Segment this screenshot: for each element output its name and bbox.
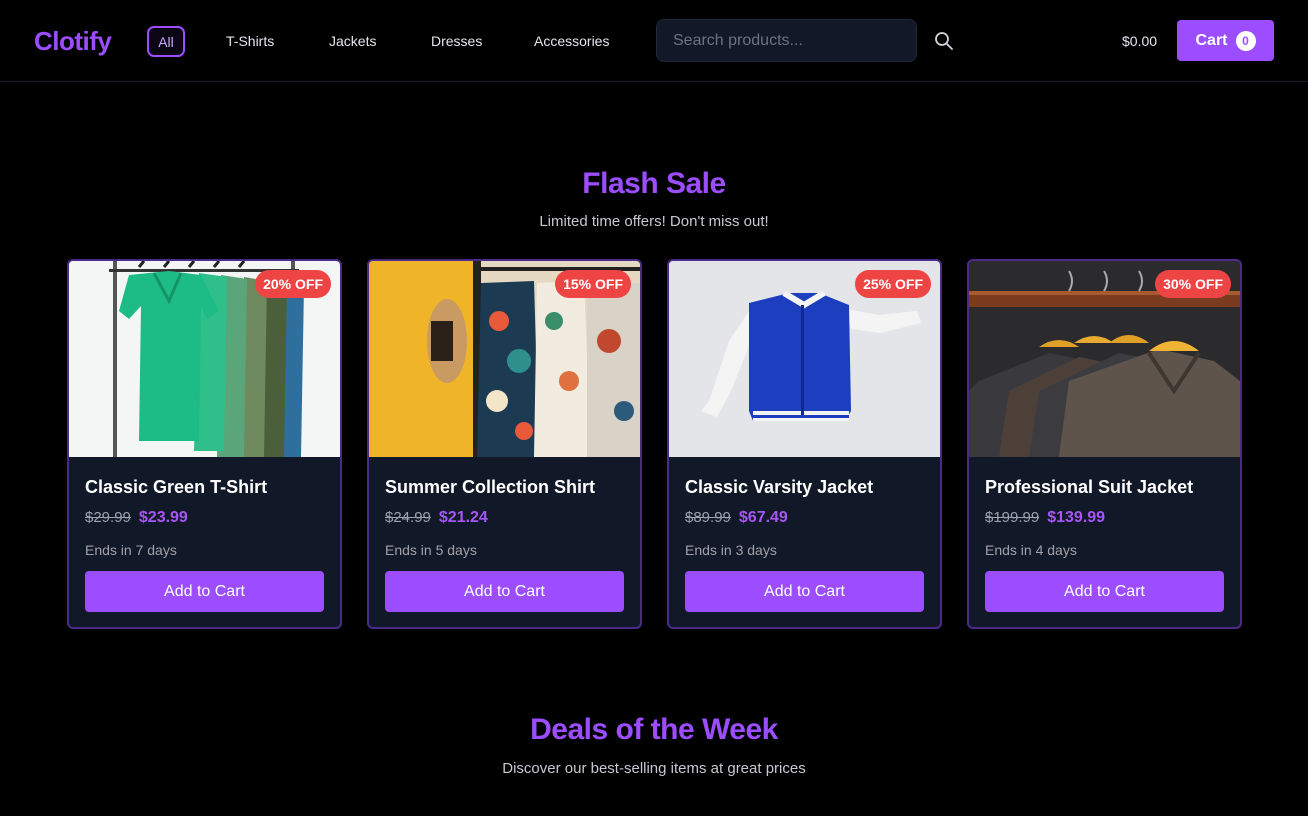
flash-sale-subtitle: Limited time offers! Don't miss out! — [539, 213, 769, 230]
flash-sale-title: Flash Sale — [582, 167, 726, 200]
product-image[interactable]: 30% OFF — [969, 261, 1240, 457]
nav-all-filter[interactable]: All — [147, 26, 185, 57]
product-image[interactable]: 20% OFF — [69, 261, 340, 457]
original-price: $199.99 — [985, 509, 1040, 526]
discount-badge: 15% OFF — [555, 270, 631, 298]
nav-link-jackets[interactable]: Jackets — [329, 33, 376, 49]
search-input[interactable] — [656, 19, 917, 62]
sale-end-text: Ends in 3 days — [685, 542, 777, 558]
add-to-cart-button[interactable]: Add to Cart — [385, 571, 624, 612]
cart-count-badge: 0 — [1235, 30, 1256, 51]
product-card[interactable]: 15% OFF Summer Collection Shirt $24.99 $… — [367, 259, 642, 629]
discount-badge: 25% OFF — [855, 270, 931, 298]
product-card[interactable]: 20% OFF Classic Green T-Shirt $29.99 $23… — [67, 259, 342, 629]
nav-link-accessories[interactable]: Accessories — [534, 33, 609, 49]
product-name[interactable]: Summer Collection Shirt — [385, 477, 595, 498]
product-name[interactable]: Classic Varsity Jacket — [685, 477, 873, 498]
cart-label: Cart — [1195, 31, 1228, 49]
original-price: $29.99 — [85, 509, 131, 526]
product-name[interactable]: Professional Suit Jacket — [985, 477, 1193, 498]
product-card[interactable]: 30% OFF Professional Suit Jacket $199.99… — [967, 259, 1242, 629]
sale-end-text: Ends in 4 days — [985, 542, 1077, 558]
cart-button[interactable]: Cart 0 — [1177, 20, 1274, 61]
add-to-cart-button[interactable]: Add to Cart — [85, 571, 324, 612]
sale-price: $23.99 — [138, 509, 188, 526]
deals-subtitle: Discover our best-selling items at great… — [502, 760, 806, 777]
original-price: $89.99 — [685, 509, 731, 526]
product-image[interactable]: 25% OFF — [669, 261, 940, 457]
price-row: $29.99 $23.99 — [85, 509, 188, 527]
nav-link-dresses[interactable]: Dresses — [431, 33, 482, 49]
discount-badge: 20% OFF — [255, 270, 331, 298]
product-card[interactable]: 25% OFF Classic Varsity Jacket $89.99 $6… — [667, 259, 942, 629]
price-row: $24.99 $21.24 — [385, 509, 488, 527]
cart-total: $0.00 — [1122, 33, 1158, 49]
product-image[interactable]: 15% OFF — [369, 261, 640, 457]
discount-badge: 30% OFF — [1155, 270, 1231, 298]
sale-price: $139.99 — [1047, 509, 1106, 526]
original-price: $24.99 — [385, 509, 431, 526]
price-row: $199.99 $139.99 — [985, 509, 1105, 527]
brand-logo[interactable]: Clotify — [34, 26, 112, 57]
add-to-cart-button[interactable]: Add to Cart — [985, 571, 1224, 612]
sale-end-text: Ends in 7 days — [85, 542, 177, 558]
top-navbar: Clotify All T-Shirts Jackets Dresses Acc… — [0, 0, 1308, 82]
add-to-cart-button[interactable]: Add to Cart — [685, 571, 924, 612]
deals-title: Deals of the Week — [530, 713, 778, 746]
product-name[interactable]: Classic Green T-Shirt — [85, 477, 267, 498]
sale-end-text: Ends in 5 days — [385, 542, 477, 558]
search-icon[interactable] — [934, 31, 954, 51]
price-row: $89.99 $67.49 — [685, 509, 788, 527]
sale-price: $21.24 — [438, 509, 488, 526]
nav-link-tshirts[interactable]: T-Shirts — [226, 33, 274, 49]
sale-price: $67.49 — [738, 509, 788, 526]
